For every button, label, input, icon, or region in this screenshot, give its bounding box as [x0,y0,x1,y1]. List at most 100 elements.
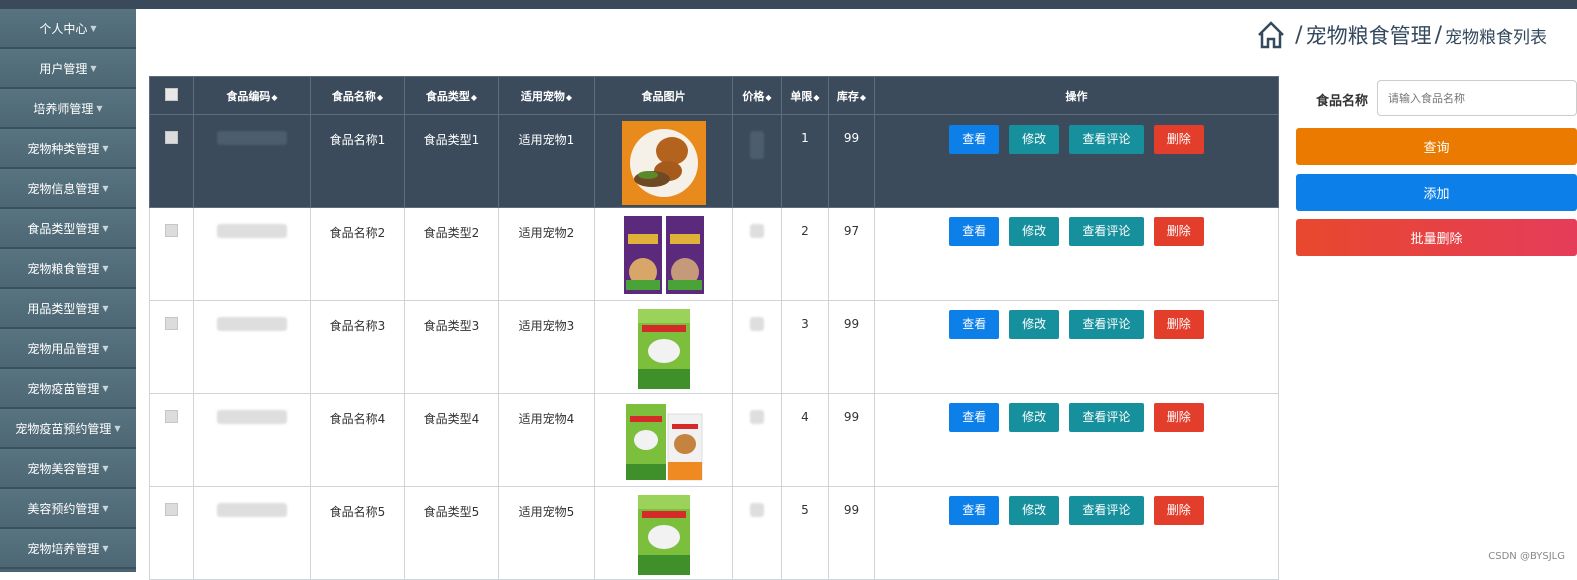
column-header-type[interactable]: 食品类型◆ [405,77,499,115]
pet-cell: 适用宠物1 [499,115,595,208]
breadcrumb-separator: / [1435,23,1442,48]
view-comments-button[interactable]: 查看评论 [1069,403,1144,432]
image-cell [595,208,733,301]
sort-icon[interactable]: ◆ [765,93,771,102]
edit-button[interactable]: 修改 [1009,217,1059,246]
column-header-label: 食品类型 [426,90,470,103]
sidebar-item-vaccines[interactable]: 宠物疫苗管理▼ [0,369,136,409]
row-checkbox[interactable] [165,503,178,516]
delete-button[interactable]: 删除 [1154,310,1204,339]
sidebar-item-pet-food[interactable]: 宠物粮食管理▼ [0,249,136,289]
stock-cell: 99 [829,394,875,487]
blurred-price [750,503,764,517]
blurred-code [217,410,287,424]
food-image-protein-bags[interactable] [622,214,706,298]
sort-icon[interactable]: ◆ [471,93,477,102]
sidebar-item-personal-center[interactable]: 个人中心▼ [0,9,136,49]
stock-cell: 99 [829,487,875,580]
caret-down-icon: ▼ [102,144,108,153]
row-checkbox[interactable] [165,224,178,237]
view-comments-button[interactable]: 查看评论 [1069,496,1144,525]
delete-button[interactable]: 删除 [1154,125,1204,154]
limit-cell: 1 [782,115,829,208]
sort-icon[interactable]: ◆ [377,93,383,102]
table-row[interactable]: 食品名称1 食品类型1 适用宠物1 1 99 查看 修改 查看评论 [150,115,1279,208]
table-row[interactable]: 食品名称3 食品类型3 适用宠物3 3 99 查看 修改 查看评论 [150,301,1279,394]
sort-icon[interactable]: ◆ [813,93,819,102]
sidebar-item-food-types[interactable]: 食品类型管理▼ [0,209,136,249]
search-input[interactable] [1377,80,1577,116]
breadcrumb-current-module[interactable]: 宠物粮食管理 [1306,20,1432,50]
batch-delete-button[interactable]: 批量删除 [1296,219,1577,256]
select-all-checkbox[interactable] [165,88,178,101]
sort-icon[interactable]: ◆ [860,93,866,102]
view-button[interactable]: 查看 [949,310,999,339]
food-image-royal-canin-two-bags[interactable] [622,400,706,484]
sidebar-item-vaccine-appointments[interactable]: 宠物疫苗预约管理▼ [0,409,136,449]
actions-cell: 查看 修改 查看评论 删除 [875,394,1279,487]
edit-button[interactable]: 修改 [1009,125,1059,154]
row-select-cell[interactable] [150,208,194,301]
limit-cell: 2 [782,208,829,301]
sidebar-item-grooming-appointments[interactable]: 美容预约管理▼ [0,489,136,529]
column-header-pet[interactable]: 适用宠物◆ [499,77,595,115]
row-select-cell[interactable] [150,301,194,394]
sidebar-item-pet-supplies[interactable]: 宠物用品管理▼ [0,329,136,369]
food-image-dog-kibble[interactable] [622,121,706,205]
type-cell: 食品类型2 [405,208,499,301]
caret-down-icon: ▼ [114,424,120,433]
caret-down-icon: ▼ [102,344,108,353]
home-icon[interactable] [1256,20,1286,50]
view-comments-button[interactable]: 查看评论 [1069,125,1144,154]
row-checkbox[interactable] [165,317,178,330]
table-row[interactable]: 食品名称5 食品类型5 适用宠物5 5 99 查看 修改 查看评论 [150,487,1279,580]
view-button[interactable]: 查看 [949,403,999,432]
edit-button[interactable]: 修改 [1009,403,1059,432]
edit-button[interactable]: 修改 [1009,496,1059,525]
view-button[interactable]: 查看 [949,217,999,246]
breadcrumb: / 宠物粮食管理 / 宠物粮食列表 [1256,20,1547,50]
table-row[interactable]: 食品名称4 食品类型4 适用宠物4 4 99 [150,394,1279,487]
delete-button[interactable]: 删除 [1154,217,1204,246]
query-button[interactable]: 查询 [1296,128,1577,165]
column-header-limit[interactable]: 单限◆ [782,77,829,115]
edit-button[interactable]: 修改 [1009,310,1059,339]
sidebar-item-pet-info[interactable]: 宠物信息管理▼ [0,169,136,209]
delete-button[interactable]: 删除 [1154,496,1204,525]
view-button[interactable]: 查看 [949,125,999,154]
row-select-cell[interactable] [150,394,194,487]
view-comments-button[interactable]: 查看评论 [1069,217,1144,246]
row-select-cell[interactable] [150,487,194,580]
sidebar-item-pet-training[interactable]: 宠物培养管理▼ [0,529,136,569]
row-checkbox[interactable] [165,410,178,423]
stock-cell: 99 [829,115,875,208]
sidebar-item-label: 宠物粮食管理 [27,260,99,277]
column-header-name[interactable]: 食品名称◆ [311,77,405,115]
select-all-header[interactable] [150,77,194,115]
column-header-price[interactable]: 价格◆ [733,77,782,115]
sort-icon[interactable]: ◆ [566,93,572,102]
type-cell: 食品类型5 [405,487,499,580]
column-header-code[interactable]: 食品编码◆ [194,77,311,115]
sidebar-item-label: 宠物种类管理 [27,140,99,157]
add-button[interactable]: 添加 [1296,174,1577,211]
sidebar-item-users[interactable]: 用户管理▼ [0,49,136,89]
column-header-stock[interactable]: 库存◆ [829,77,875,115]
table-row[interactable]: 食品名称2 食品类型2 适用宠物2 2 97 [150,208,1279,301]
row-select-cell[interactable] [150,115,194,208]
delete-button[interactable]: 删除 [1154,403,1204,432]
sidebar-item-grooming[interactable]: 宠物美容管理▼ [0,449,136,489]
type-cell: 食品类型3 [405,301,499,394]
food-image-royal-canin-bag[interactable] [622,493,706,577]
pet-cell: 适用宠物2 [499,208,595,301]
view-button[interactable]: 查看 [949,496,999,525]
sidebar-item-trainers[interactable]: 培养师管理▼ [0,89,136,129]
price-cell [733,115,782,208]
sidebar-item-supply-types[interactable]: 用品类型管理▼ [0,289,136,329]
food-image-royal-canin-bag[interactable] [622,307,706,391]
view-comments-button[interactable]: 查看评论 [1069,310,1144,339]
sort-icon[interactable]: ◆ [271,93,277,102]
sidebar-item-label: 宠物用品管理 [27,340,99,357]
sidebar-item-pet-species[interactable]: 宠物种类管理▼ [0,129,136,169]
row-checkbox[interactable] [165,131,178,144]
